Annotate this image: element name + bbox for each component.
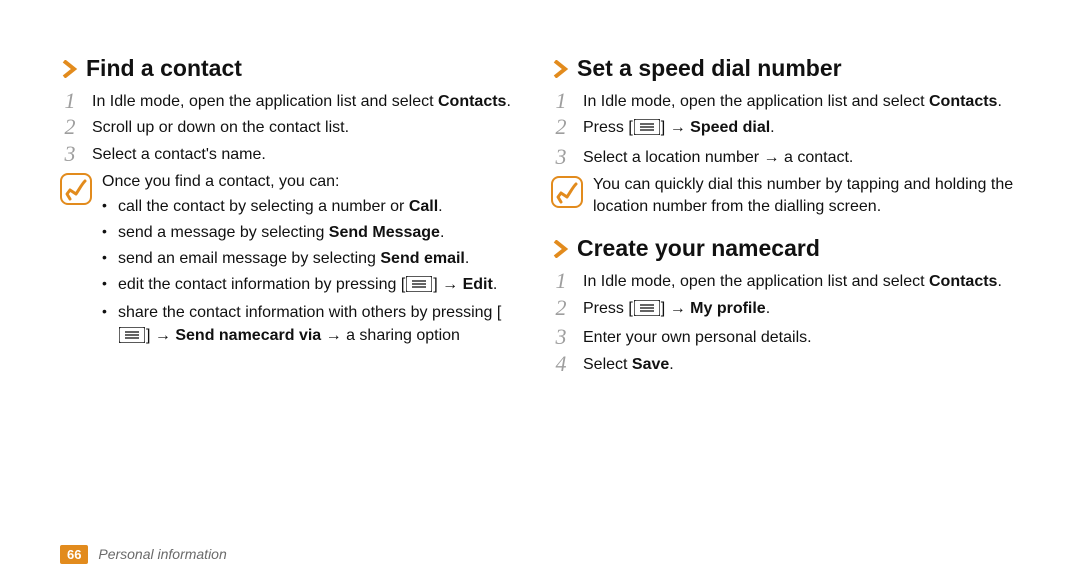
steps-speed-dial: 1 In Idle mode, open the application lis… bbox=[551, 89, 1020, 170]
page-footer: 66 Personal information bbox=[60, 545, 227, 564]
chevron-right-icon bbox=[551, 60, 569, 78]
step-text: Select Save. bbox=[583, 352, 1020, 377]
bullet-item: call the contact by selecting a number o… bbox=[102, 196, 529, 219]
menu-key-icon bbox=[406, 276, 432, 300]
section-title: Find a contact bbox=[86, 55, 242, 83]
step-number: 2 bbox=[551, 296, 571, 320]
step-item: 3 Select a contact's name. bbox=[60, 142, 529, 167]
step-text: Press [] → Speed dial. bbox=[583, 115, 1020, 143]
step-number: 1 bbox=[551, 269, 571, 293]
step-text: Scroll up or down on the contact list. bbox=[92, 115, 529, 140]
bullet-item: send an email message by selecting Send … bbox=[102, 248, 529, 271]
step-number: 1 bbox=[60, 89, 80, 113]
step-number: 4 bbox=[551, 352, 571, 376]
chevron-right-icon bbox=[60, 60, 78, 78]
step-text: Select a contact's name. bbox=[92, 142, 529, 167]
step-item: 3 Select a location number → a contact. bbox=[551, 145, 1020, 170]
step-item: 2 Press [] → My profile. bbox=[551, 296, 1020, 324]
step-item: 2 Scroll up or down on the contact list. bbox=[60, 115, 529, 140]
note-block: You can quickly dial this number by tapp… bbox=[551, 174, 1020, 219]
left-column: Find a contact 1 In Idle mode, open the … bbox=[60, 45, 529, 586]
step-text: Select a location number → a contact. bbox=[583, 145, 1020, 170]
manual-page: Find a contact 1 In Idle mode, open the … bbox=[0, 0, 1080, 586]
note-icon bbox=[551, 176, 583, 208]
menu-key-icon bbox=[119, 327, 145, 351]
step-item: 3 Enter your own personal details. bbox=[551, 325, 1020, 350]
section-heading-namecard: Create your namecard bbox=[551, 235, 1020, 263]
menu-key-icon bbox=[634, 300, 660, 324]
step-text: In Idle mode, open the application list … bbox=[583, 89, 1020, 114]
bullet-item: share the contact information with other… bbox=[102, 302, 529, 350]
right-column: Set a speed dial number 1 In Idle mode, … bbox=[551, 45, 1020, 586]
step-item: 1 In Idle mode, open the application lis… bbox=[551, 89, 1020, 114]
menu-key-icon bbox=[634, 119, 660, 143]
section-heading-find-contact: Find a contact bbox=[60, 55, 529, 83]
step-text: Enter your own personal details. bbox=[583, 325, 1020, 350]
section-title: Create your namecard bbox=[577, 235, 820, 263]
step-text: In Idle mode, open the application list … bbox=[583, 269, 1020, 294]
step-text: Press [] → My profile. bbox=[583, 296, 1020, 324]
note-block: Once you find a contact, you can: call t… bbox=[60, 171, 529, 354]
step-item: 1 In Idle mode, open the application lis… bbox=[60, 89, 529, 114]
note-intro: Once you find a contact, you can: bbox=[102, 171, 529, 194]
note-body: Once you find a contact, you can: call t… bbox=[102, 171, 529, 354]
step-number: 1 bbox=[551, 89, 571, 113]
steps-namecard: 1 In Idle mode, open the application lis… bbox=[551, 269, 1020, 377]
chevron-right-icon bbox=[551, 240, 569, 258]
bullet-item: send a message by selecting Send Message… bbox=[102, 222, 529, 245]
steps-find-contact: 1 In Idle mode, open the application lis… bbox=[60, 89, 529, 167]
bullet-item: edit the contact information by pressing… bbox=[102, 274, 529, 300]
note-body: You can quickly dial this number by tapp… bbox=[593, 174, 1020, 219]
section-heading-speed-dial: Set a speed dial number bbox=[551, 55, 1020, 83]
step-item: 1 In Idle mode, open the application lis… bbox=[551, 269, 1020, 294]
step-text: In Idle mode, open the application list … bbox=[92, 89, 529, 114]
step-number: 3 bbox=[60, 142, 80, 166]
note-icon bbox=[60, 173, 92, 205]
section-title: Set a speed dial number bbox=[577, 55, 842, 83]
step-item: 2 Press [] → Speed dial. bbox=[551, 115, 1020, 143]
step-number: 2 bbox=[551, 115, 571, 139]
note-bullets: call the contact by selecting a number o… bbox=[102, 196, 529, 350]
step-number: 2 bbox=[60, 115, 80, 139]
step-number: 3 bbox=[551, 145, 571, 169]
step-item: 4 Select Save. bbox=[551, 352, 1020, 377]
chapter-title: Personal information bbox=[98, 546, 226, 562]
page-number: 66 bbox=[60, 545, 88, 564]
step-number: 3 bbox=[551, 325, 571, 349]
